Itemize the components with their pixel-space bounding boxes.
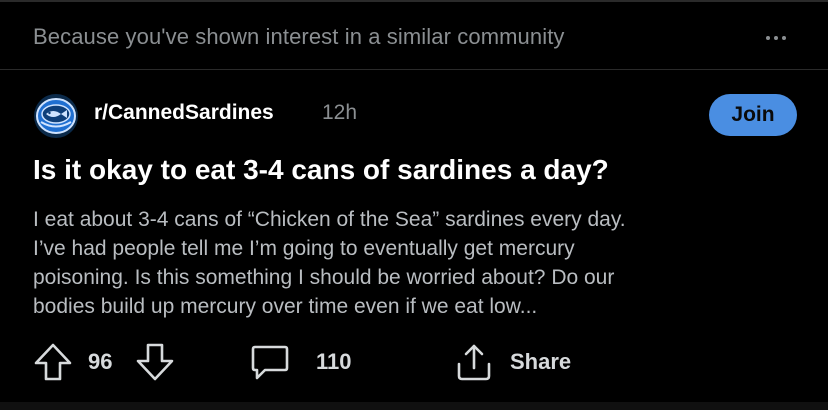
upvote-icon [34,343,72,381]
post-body-line: I eat about 3-4 cans of “Chicken of the … [33,208,626,231]
more-options-button[interactable] [756,24,796,52]
post-title[interactable]: Is it okay to eat 3-4 cans of sardines a… [33,154,813,186]
community-avatar-icon [34,94,78,138]
vote-count: 96 [88,349,113,374]
post-body-line: I’ve had people tell me I’m going to eve… [33,237,575,260]
more-dots-icon [766,36,770,40]
post-body[interactable]: I eat about 3-4 cans of “Chicken of the … [33,205,813,321]
downvote-button[interactable] [135,340,175,384]
downvote-icon [136,343,174,381]
post-body-line: bodies build up mercury over time even i… [33,295,538,318]
join-button[interactable]: Join [709,94,797,136]
comment-count[interactable]: 110 [316,349,352,375]
comments-button[interactable] [249,340,291,384]
post-age: 12h [322,101,358,124]
recommendation-reason: Because you've shown interest in a simil… [33,24,565,49]
share-icon [457,344,491,381]
top-divider [0,0,828,2]
more-dots-icon [782,36,786,40]
community-avatar[interactable] [33,93,79,139]
header-divider [0,69,828,70]
bottom-divider [0,402,828,410]
post-body-line: poisoning. Is this something I should be… [33,266,615,289]
comment-icon [251,345,289,380]
more-dots-icon [774,36,778,40]
share-label[interactable]: Share [510,349,571,375]
share-button[interactable] [453,340,495,384]
community-name-link[interactable]: r/CannedSardines [94,101,274,125]
post-actions-bar: 96 110 Share [33,340,813,384]
upvote-button[interactable] [33,340,73,384]
